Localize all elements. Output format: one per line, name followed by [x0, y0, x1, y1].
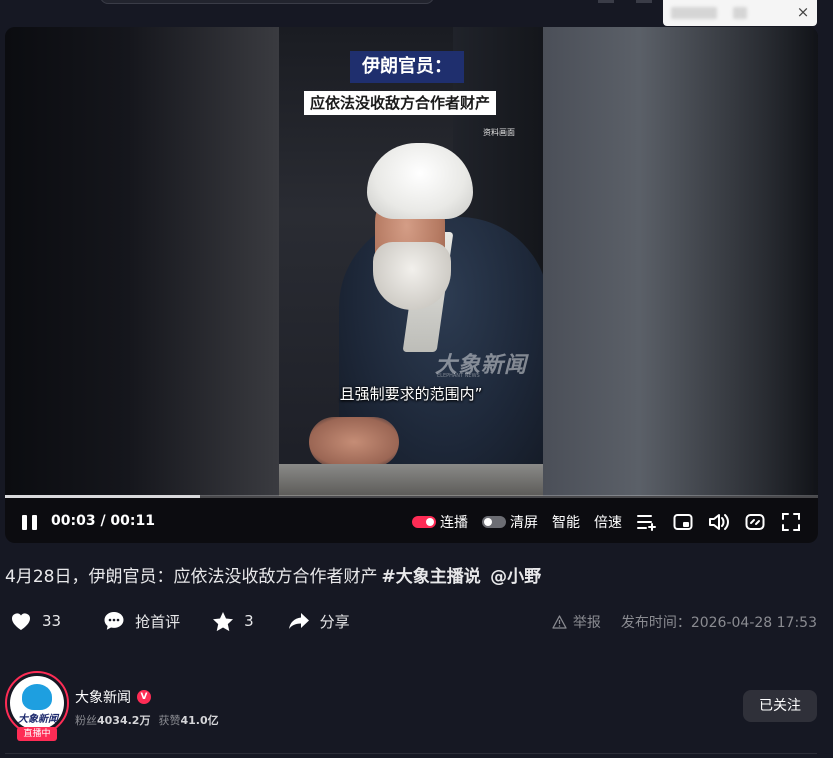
progress-bar[interactable]: [5, 495, 818, 498]
likes-count: 41.0亿: [180, 714, 219, 727]
web-fullscreen-icon[interactable]: [744, 511, 766, 533]
publish-time: 发布时间：2026-04-28 17:53: [620, 615, 817, 631]
avatar[interactable]: 大象新闻: [5, 671, 69, 735]
followers-count: 4034.2万: [97, 714, 151, 727]
search-bar-edge[interactable]: [100, 0, 434, 4]
favorite-count: 3: [244, 612, 254, 630]
favorite-button[interactable]: 3: [212, 611, 254, 632]
share-icon: [288, 613, 309, 629]
header-item-edge: [636, 0, 652, 3]
playback-speed-button[interactable]: 倍速: [594, 512, 622, 532]
share-label: 分享: [319, 612, 350, 631]
avatar-logo-text: 大象新闻: [18, 714, 58, 725]
video-description: 4月28日，伊朗官员：应依法没收敌方合作者财产 #大象主播说 @小野: [5, 562, 541, 587]
clear-screen-label: 清屏: [510, 515, 538, 531]
notification-toast: ×: [663, 0, 817, 26]
progress-fill: [5, 495, 201, 498]
channel-watermark-sub: ELEPHANT NEWS: [437, 373, 480, 379]
author-stats: 粉丝4034.2万 获赞41.0亿: [75, 712, 227, 728]
comment-icon: [104, 612, 124, 630]
fullscreen-icon[interactable]: [780, 511, 802, 533]
followers-label: 粉丝: [75, 714, 97, 727]
verified-icon: V: [137, 690, 151, 704]
hashtag-link[interactable]: #大象主播说: [381, 567, 480, 587]
clear-screen-toggle[interactable]: 清屏: [482, 512, 538, 532]
mention-link[interactable]: @小野: [490, 567, 541, 587]
volume-icon[interactable]: [708, 511, 730, 533]
overlay-subtitle: 应依法没收敌方合作者财产: [304, 91, 497, 115]
overlay-title: 伊朗官员：: [350, 51, 464, 83]
toggle-switch-on: [412, 516, 436, 528]
share-button[interactable]: 分享: [288, 611, 350, 632]
blurred-backdrop-left: [5, 27, 279, 496]
video-caption: 且强制要求的范围内”: [339, 385, 483, 403]
star-icon: [213, 611, 234, 631]
toggle-switch-off: [482, 516, 506, 528]
close-icon[interactable]: ×: [795, 4, 811, 20]
avatar-logo: 大象新闻: [10, 676, 64, 730]
video-frame: 伊朗官员： 应依法没收敌方合作者财产 资料画面 大象新闻 ELEPHANT NE…: [279, 27, 543, 496]
scene-hands: [309, 417, 399, 467]
video-meta: 举报 发布时间：2026-04-28 17:53: [552, 612, 817, 632]
warning-icon: [552, 615, 567, 629]
report-button[interactable]: 举报: [552, 612, 601, 632]
autoplay-label: 连播: [440, 515, 468, 531]
blurred-backdrop-right: [543, 27, 818, 496]
description-text: 4月28日，伊朗官员：应依法没收敌方合作者财产: [5, 567, 378, 587]
scene-desk: [279, 464, 543, 496]
smart-quality-button[interactable]: 智能: [552, 512, 580, 532]
author-name-row[interactable]: 大象新闻 V: [75, 687, 151, 707]
author-card: 大象新闻 直播中 大象新闻 V 粉丝4034.2万 获赞41.0亿 已关注: [5, 671, 817, 743]
playback-time: 00:03 / 00:11: [51, 513, 155, 529]
pause-button[interactable]: [21, 513, 39, 531]
archive-footage-label: 资料画面: [483, 128, 515, 137]
divider: [5, 753, 817, 754]
like-button[interactable]: 33: [10, 611, 61, 631]
pause-icon: [22, 515, 27, 530]
header-item-edge: [598, 0, 614, 3]
likes-label: 获赞: [158, 714, 181, 727]
heart-icon: [12, 613, 30, 630]
toast-blurred-content: [671, 7, 717, 19]
toast-blurred-content: [733, 7, 747, 19]
autoplay-toggle[interactable]: 连播: [412, 512, 468, 532]
playlist-add-icon[interactable]: [636, 511, 658, 533]
comment-button[interactable]: 抢首评: [103, 611, 180, 632]
report-label: 举报: [572, 615, 601, 631]
action-bar: 33 抢首评 3 分享: [10, 608, 372, 634]
like-count: 33: [42, 612, 62, 630]
author-name: 大象新闻: [75, 690, 131, 706]
follow-button[interactable]: 已关注: [743, 690, 817, 722]
mini-window-icon[interactable]: [672, 511, 694, 533]
player-controls: 00:03 / 00:11 连播 清屏 智能 倍速: [5, 505, 818, 539]
video-player[interactable]: 伊朗官员： 应依法没收敌方合作者财产 资料画面 大象新闻 ELEPHANT NE…: [5, 27, 818, 543]
live-badge[interactable]: 直播中: [17, 727, 57, 741]
pause-icon: [32, 515, 37, 530]
comment-label: 抢首评: [135, 612, 181, 631]
